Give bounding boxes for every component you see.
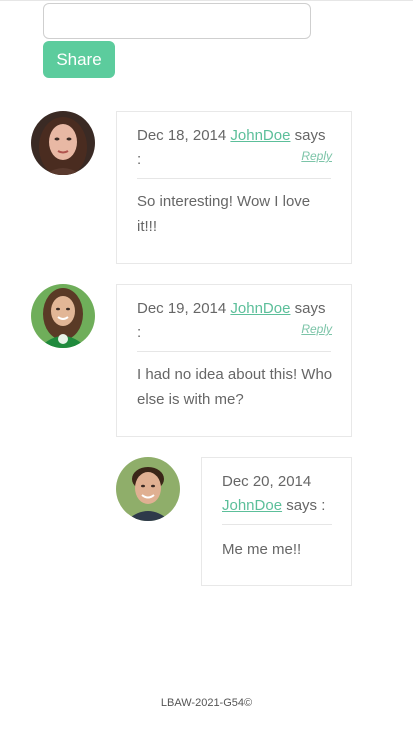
avatar bbox=[31, 111, 95, 175]
comment-card: Dec 19, 2014 JohnDoe says : Reply I had … bbox=[116, 284, 352, 437]
top-divider bbox=[0, 0, 413, 1]
comment-text: Me me me!! bbox=[222, 541, 302, 558]
avatar bbox=[116, 457, 180, 521]
comment-date: Dec 19, 2014 bbox=[137, 300, 227, 317]
reply-link[interactable]: Reply bbox=[301, 322, 332, 336]
comment-meta: Dec 18, 2014 JohnDoe says : bbox=[137, 124, 331, 172]
footer-copyright: LBAW-2021-G54© bbox=[160, 697, 253, 709]
reply-link[interactable]: Reply bbox=[301, 149, 332, 163]
comment-text: So interesting! Wow I love it!!! bbox=[137, 193, 311, 235]
author-link[interactable]: JohnDoe bbox=[222, 497, 282, 514]
avatar bbox=[31, 284, 95, 348]
comment-card: Dec 18, 2014 JohnDoe says : Reply So int… bbox=[116, 111, 352, 264]
comment-text: I had no idea about this! Who else is wi… bbox=[137, 366, 333, 408]
author-link[interactable]: JohnDoe bbox=[230, 300, 290, 317]
card-divider bbox=[222, 524, 332, 525]
comment-meta: Dec 19, 2014 JohnDoe says : bbox=[137, 297, 331, 345]
comment-date: Dec 20, 2014 bbox=[222, 473, 312, 490]
comment-input[interactable] bbox=[43, 3, 311, 39]
says-label: says : bbox=[286, 497, 326, 514]
share-button[interactable]: Share bbox=[43, 41, 115, 78]
card-divider bbox=[137, 351, 331, 352]
author-link[interactable]: JohnDoe bbox=[230, 127, 290, 144]
card-divider bbox=[137, 178, 331, 179]
comment-date: Dec 18, 2014 bbox=[137, 127, 227, 144]
comment-card: Dec 20, 2014 JohnDoe says : Me me me!! bbox=[201, 457, 352, 586]
comment-meta: Dec 20, 2014 JohnDoe says : bbox=[222, 470, 334, 518]
